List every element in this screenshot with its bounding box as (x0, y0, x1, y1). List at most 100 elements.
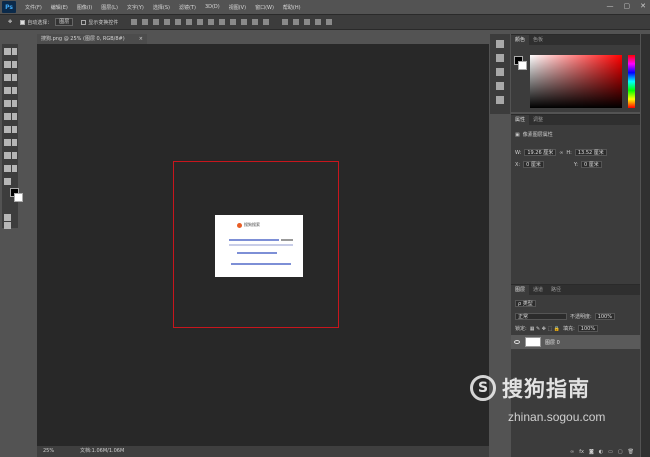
color-picker-field[interactable] (530, 55, 622, 108)
layer-row[interactable]: 图层 0 (511, 335, 640, 349)
3d-rotate-icon[interactable] (282, 19, 289, 25)
gradient-tool-icon[interactable] (12, 113, 17, 120)
auto-align-icon[interactable] (263, 19, 270, 25)
tab-channels[interactable]: 通道 (529, 285, 547, 295)
align-top-icon[interactable] (131, 19, 138, 25)
fx-icon[interactable]: fx (579, 449, 584, 455)
blend-mode-dropdown[interactable]: 正常 (515, 313, 567, 320)
distribute-right-icon[interactable] (252, 19, 259, 25)
quick-select-tool-icon[interactable] (12, 61, 17, 68)
type-tool-icon[interactable] (12, 139, 17, 146)
stamp-tool-icon[interactable] (4, 100, 11, 107)
align-right-icon[interactable] (186, 19, 193, 25)
dodge-tool-icon[interactable] (12, 126, 17, 133)
3d-scale-icon[interactable] (326, 19, 333, 25)
move-tool-preset[interactable]: ✥ (8, 19, 12, 25)
link-icon[interactable]: ∞ (559, 150, 563, 156)
brush-tool-icon[interactable] (12, 87, 17, 94)
lock-icons[interactable]: ▦ ✎ ✥ ⬚ 🔒 (530, 326, 560, 332)
move-tool-icon[interactable] (4, 48, 11, 55)
eraser-tool-icon[interactable] (4, 113, 11, 120)
new-layer-icon[interactable]: ▢ (618, 449, 623, 455)
tab-properties[interactable]: 属性 (511, 115, 530, 125)
distribute-bottom-icon[interactable] (219, 19, 226, 25)
blur-tool-icon[interactable] (4, 126, 11, 133)
menu-filter[interactable]: 滤镜(T) (179, 4, 196, 11)
align-left-icon[interactable] (164, 19, 171, 25)
shape-tool-icon[interactable] (12, 152, 17, 159)
marquee-tool-icon[interactable] (12, 48, 17, 55)
y-field[interactable]: 0 厘米 (580, 161, 602, 168)
close-button[interactable]: ✕ (640, 2, 646, 10)
history-brush-tool-icon[interactable] (12, 100, 17, 107)
pen-tool-icon[interactable] (4, 139, 11, 146)
healing-tool-icon[interactable] (4, 87, 11, 94)
tab-adjustments[interactable]: 调整 (529, 115, 547, 125)
adjustments-panel-icon[interactable] (496, 82, 504, 90)
eyedropper-tool-icon[interactable] (12, 74, 17, 81)
screen-mode-icon[interactable] (4, 222, 11, 229)
x-field[interactable]: 0 厘米 (523, 161, 544, 168)
delete-layer-icon[interactable]: 🗑 (628, 449, 634, 455)
document-tab[interactable]: 搜狗.png @ 25% (图层 0, RGB/8#) × (37, 34, 147, 44)
history-panel-icon[interactable] (496, 40, 504, 48)
distribute-top-icon[interactable] (197, 19, 204, 25)
align-bottom-icon[interactable] (153, 19, 160, 25)
menu-edit[interactable]: 编辑(E) (51, 4, 68, 11)
tab-swatches[interactable]: 色板 (529, 35, 547, 45)
menu-window[interactable]: 窗口(W) (255, 4, 274, 11)
more-tools-icon[interactable] (4, 178, 11, 185)
background-color-swatch[interactable] (14, 193, 23, 202)
auto-select-checkbox[interactable] (20, 19, 26, 25)
libraries-panel-icon[interactable] (496, 68, 504, 76)
maximize-button[interactable]: ▢ (624, 2, 631, 10)
height-field[interactable]: 13.52 厘米 (574, 149, 607, 156)
zoom-tool-icon[interactable] (12, 165, 17, 172)
link-layers-icon[interactable]: ∞ (570, 449, 574, 455)
3d-slide-icon[interactable] (315, 19, 322, 25)
tab-layers[interactable]: 图层 (511, 285, 530, 295)
zoom-level[interactable]: 25% (43, 446, 54, 457)
distribute-middle-icon[interactable] (208, 19, 215, 25)
actions-panel-icon[interactable] (496, 54, 504, 62)
3d-roll-icon[interactable] (293, 19, 300, 25)
hand-tool-icon[interactable] (4, 165, 11, 172)
width-field[interactable]: 19.26 厘米 (524, 149, 557, 156)
visibility-eye-icon[interactable] (514, 340, 520, 344)
menu-view[interactable]: 视图(V) (229, 4, 246, 11)
menu-3d[interactable]: 3D(D) (205, 4, 220, 10)
adjustment-layer-icon[interactable]: ◐ (599, 449, 603, 455)
opacity-label: 不透明度: (570, 314, 592, 320)
3d-pan-icon[interactable] (304, 19, 311, 25)
info-panel-icon[interactable] (496, 96, 504, 104)
path-select-tool-icon[interactable] (4, 152, 11, 159)
tab-paths[interactable]: 路径 (547, 285, 565, 295)
crop-tool-icon[interactable] (4, 74, 11, 81)
minimize-button[interactable]: — (607, 2, 614, 10)
opacity-field[interactable]: 100% (594, 313, 615, 320)
new-group-icon[interactable]: ▭ (608, 449, 613, 455)
menu-help[interactable]: 帮助(H) (283, 4, 301, 11)
distribute-center-icon[interactable] (241, 19, 248, 25)
tab-color[interactable]: 颜色 (511, 35, 530, 45)
quick-mask-icon[interactable] (4, 214, 11, 221)
panel-background-swatch[interactable] (518, 61, 527, 70)
menu-image[interactable]: 图像(I) (77, 4, 92, 11)
add-mask-icon[interactable]: ◙ (589, 449, 594, 455)
layer-filter-dropdown[interactable]: ρ 类型 (515, 300, 536, 307)
hue-slider[interactable] (628, 55, 635, 108)
align-center-icon[interactable] (175, 19, 182, 25)
distribute-left-icon[interactable] (230, 19, 237, 25)
fill-field[interactable]: 100% (577, 325, 599, 332)
menu-type[interactable]: 文字(Y) (127, 4, 144, 11)
menu-layer[interactable]: 图层(L) (101, 4, 118, 11)
align-middle-icon[interactable] (142, 19, 149, 25)
layer-name[interactable]: 图层 0 (545, 339, 560, 346)
close-tab-icon[interactable]: × (139, 34, 143, 44)
menu-select[interactable]: 选择(S) (153, 4, 170, 11)
lasso-tool-icon[interactable] (4, 61, 11, 68)
canvas-area[interactable]: 搜狗搜索 (37, 44, 489, 446)
show-transform-checkbox[interactable] (81, 19, 87, 25)
auto-select-dropdown[interactable]: 图层 (55, 18, 74, 26)
menu-file[interactable]: 文件(F) (25, 4, 42, 11)
